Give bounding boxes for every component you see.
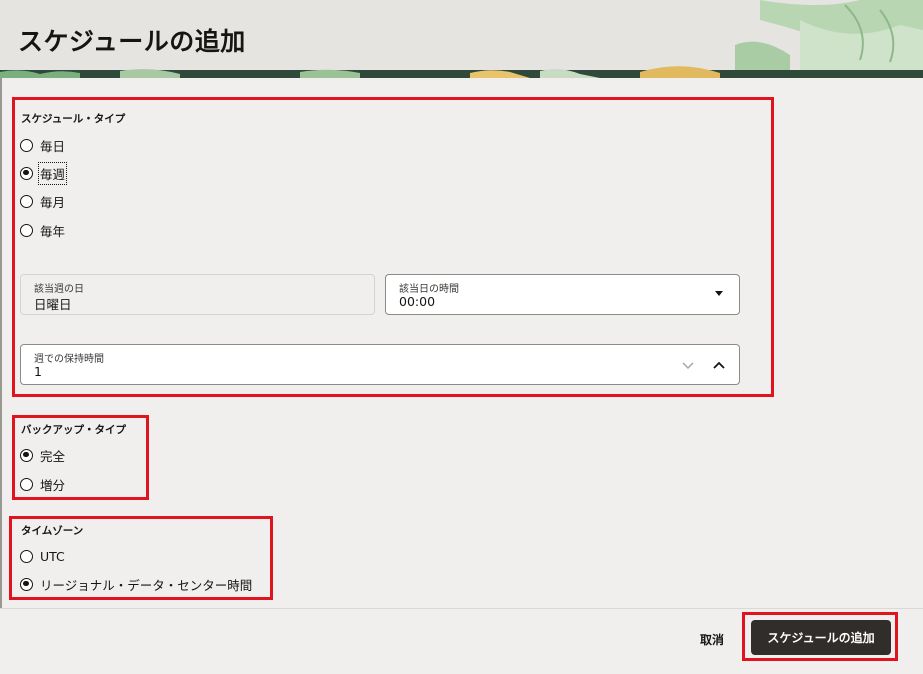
day-of-week-field: 該当週の日 日曜日	[20, 274, 375, 315]
radio-circle[interactable]	[20, 138, 33, 152]
radio-weekly-label: 毎週	[37, 161, 68, 185]
radio-daily-label: 毎日	[40, 138, 66, 154]
backup-type-label: バックアップ・タイプ	[21, 424, 126, 436]
radio-incremental[interactable]: 増分	[20, 475, 65, 493]
time-of-day-label: 該当日の時間	[399, 284, 459, 295]
timezone-label: タイムゾーン	[21, 525, 84, 537]
radio-monthly-label: 毎月	[40, 194, 66, 210]
radio-circle[interactable]	[20, 477, 33, 491]
radio-regional[interactable]: リージョナル・データ・センター時間	[20, 575, 252, 593]
radio-full-label: 完全	[40, 448, 66, 464]
radio-incremental-label: 増分	[40, 477, 66, 493]
time-of-day-select[interactable]: 該当日の時間 00:00	[385, 274, 740, 315]
chevron-up-icon[interactable]	[713, 361, 725, 369]
time-of-day-value: 00:00	[399, 294, 436, 309]
radio-circle-selected[interactable]	[20, 577, 33, 591]
add-schedule-button[interactable]: スケジュールの追加	[751, 620, 891, 655]
day-of-week-label: 該当週の日	[34, 284, 84, 295]
radio-circle[interactable]	[20, 549, 33, 563]
radio-yearly[interactable]: 毎年	[20, 221, 65, 239]
chevron-down-icon[interactable]	[682, 362, 694, 370]
radio-monthly[interactable]: 毎月	[20, 192, 65, 210]
dialog-title: スケジュールの追加	[18, 27, 246, 56]
retention-label: 週での保持時間	[34, 354, 104, 365]
left-edge	[0, 0, 2, 674]
schedule-type-label: スケジュール・タイプ	[21, 113, 126, 125]
radio-circle-selected[interactable]	[20, 166, 33, 180]
radio-circle[interactable]	[20, 194, 33, 208]
cancel-button[interactable]: 取消	[688, 626, 736, 652]
radio-circle-selected[interactable]	[20, 448, 33, 462]
retention-number-input[interactable]: 週での保持時間 1	[20, 344, 740, 385]
radio-full[interactable]: 完全	[20, 446, 65, 464]
dialog-header: スケジュールの追加	[0, 0, 923, 78]
radio-daily[interactable]: 毎日	[20, 136, 65, 154]
radio-regional-label: リージョナル・データ・センター時間	[40, 577, 253, 593]
day-of-week-value: 日曜日	[34, 297, 72, 312]
radio-utc[interactable]: UTC	[20, 547, 65, 565]
caret-down-icon[interactable]	[714, 291, 724, 297]
radio-weekly[interactable]: 毎週	[20, 161, 68, 185]
radio-circle[interactable]	[20, 223, 33, 237]
radio-utc-label: UTC	[40, 548, 65, 564]
radio-yearly-label: 毎年	[40, 223, 66, 239]
retention-value: 1	[34, 364, 42, 379]
